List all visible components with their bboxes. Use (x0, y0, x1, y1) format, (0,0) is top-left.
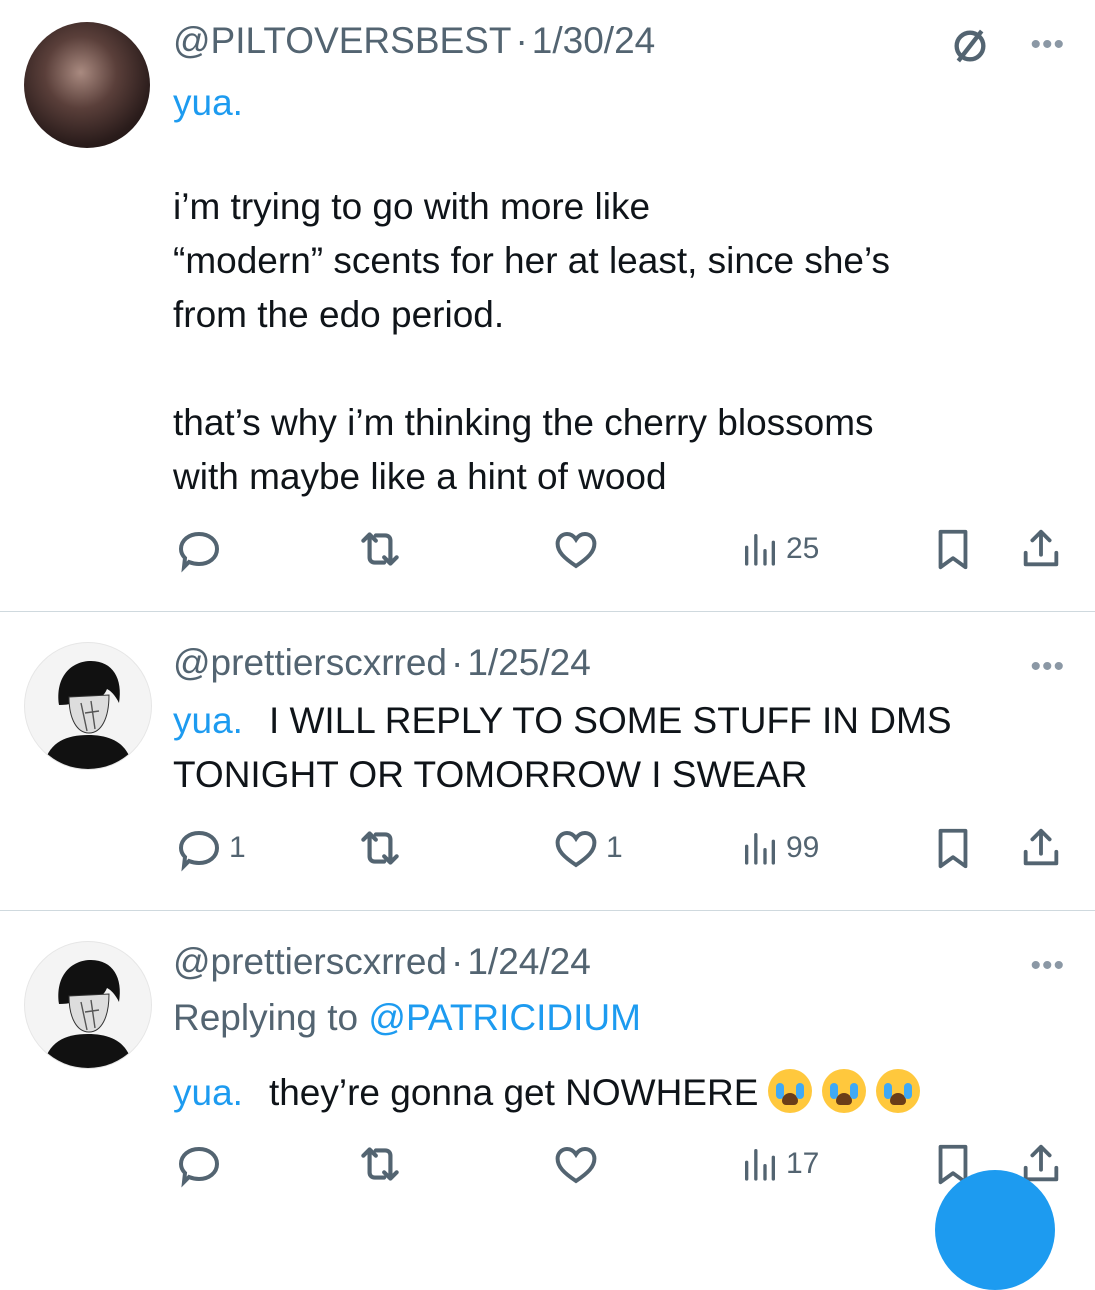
repost-icon (355, 823, 405, 873)
avatar[interactable] (24, 642, 152, 770)
reply-button[interactable] (175, 524, 229, 574)
reply-button[interactable] (175, 1139, 223, 1189)
tweet-text-line: yua. I WILL REPLY TO SOME STUFF IN DMS (173, 700, 952, 742)
text-line: i’m trying to go with more like (173, 186, 651, 227)
reply-icon (175, 1140, 223, 1188)
repost-icon (355, 524, 405, 574)
views-button[interactable]: 99 (740, 823, 819, 873)
reply-button[interactable]: 1 (175, 823, 246, 873)
heart-icon (552, 525, 600, 573)
reply-icon (175, 824, 223, 872)
text-line: “modern” scents for her at least, since … (173, 240, 891, 281)
loudly-crying-face-icon (876, 1069, 921, 1113)
bookmark-button[interactable] (930, 524, 976, 574)
loudly-crying-face-icon (822, 1069, 867, 1113)
views-icon (740, 828, 780, 868)
replying-prefix: Replying to (173, 997, 359, 1038)
separator-dot: · (451, 941, 464, 982)
name-tag[interactable]: yua. (173, 1072, 243, 1113)
replying-to-link[interactable]: @PATRICIDIUM (368, 997, 641, 1038)
views-count: 17 (786, 1147, 820, 1180)
like-button[interactable] (552, 524, 600, 574)
tweet-header: @PILTOVERSBEST · 1/30/24 (173, 20, 655, 62)
separator-dot: · (451, 642, 464, 683)
bookmark-icon (930, 526, 976, 572)
share-button[interactable] (1018, 524, 1064, 574)
separator-dot: · (515, 20, 528, 61)
repost-button[interactable] (355, 524, 405, 574)
views-button[interactable]: 17 (740, 1139, 819, 1189)
tweet-date[interactable]: 1/24/24 (467, 941, 590, 982)
tweet-text-line: yua. they’re gonna get NOWHERE (173, 1069, 921, 1114)
reply-count: 1 (229, 831, 246, 864)
views-icon (740, 1144, 780, 1184)
avatar-art (43, 960, 133, 1068)
tweet-text: they’re gonna get NOWHERE (268, 1072, 759, 1113)
more-options-icon[interactable]: ••• (1030, 650, 1065, 684)
share-icon (1018, 526, 1064, 572)
like-button[interactable] (552, 1139, 600, 1189)
heart-icon (552, 824, 600, 872)
name-tag[interactable]: yua. (173, 700, 243, 741)
action-bar: 1 1 99 (0, 823, 1095, 873)
tweet-date[interactable]: 1/30/24 (532, 20, 655, 61)
user-handle[interactable]: @PILTOVERSBEST (173, 20, 511, 61)
avatar[interactable] (24, 941, 152, 1069)
action-bar: 25 (0, 524, 1095, 574)
tweet[interactable]: @PILTOVERSBEST · 1/30/24 ••• yua. i’m tryi… (0, 0, 1095, 612)
replying-to: Replying to @PATRICIDIUM (173, 997, 641, 1039)
tweet-header: @prettierscxrred · 1/25/24 (173, 642, 591, 684)
avatar[interactable] (24, 22, 150, 148)
views-count: 25 (786, 532, 820, 565)
name-tag[interactable]: yua. (173, 82, 243, 123)
action-bar: 17 (0, 1139, 1095, 1189)
views-button[interactable]: 25 (740, 524, 819, 574)
tweet-header: @prettierscxrred · 1/24/24 (173, 941, 591, 983)
text-line: TONIGHT OR TOMORROW I SWEAR (173, 754, 808, 795)
tweet[interactable]: @prettierscxrred · 1/24/24 ••• Replying to… (0, 911, 1095, 1200)
more-options-icon[interactable]: ••• (1030, 949, 1065, 983)
tweet[interactable]: @prettierscxrred · 1/25/24 ••• yua. I WILL … (0, 612, 1095, 910)
share-icon (1018, 825, 1064, 871)
blocked-icon (950, 26, 990, 71)
bookmark-button[interactable] (930, 823, 976, 873)
more-options-icon[interactable]: ••• (1030, 28, 1065, 62)
repost-button[interactable] (355, 1139, 405, 1189)
share-button[interactable] (1018, 823, 1064, 873)
like-button[interactable]: 1 (552, 823, 623, 873)
like-count: 1 (606, 831, 623, 864)
avatar-art (43, 661, 133, 769)
user-handle[interactable]: @prettierscxrred (173, 642, 447, 683)
tweet-text: i’m trying to go with more like “modern”… (173, 180, 890, 504)
views-count: 99 (786, 831, 820, 864)
user-handle[interactable]: @prettierscxrred (173, 941, 447, 982)
loudly-crying-face-icon (768, 1069, 813, 1113)
display-name: yua. (173, 82, 269, 124)
compose-fab-button[interactable] (935, 1170, 1055, 1290)
text-line: with maybe like a hint of wood (173, 456, 667, 497)
text-line: I WILL REPLY TO SOME STUFF IN DMS (268, 700, 952, 741)
heart-icon (552, 1140, 600, 1188)
text-line: that’s why i’m thinking the cherry bloss… (173, 402, 874, 443)
text-line: from the edo period. (173, 294, 505, 335)
views-icon (740, 529, 780, 569)
repost-icon (355, 1139, 405, 1189)
reply-icon (175, 525, 223, 573)
repost-button[interactable] (355, 823, 405, 873)
tweet-date[interactable]: 1/25/24 (467, 642, 590, 683)
bookmark-icon (930, 825, 976, 871)
